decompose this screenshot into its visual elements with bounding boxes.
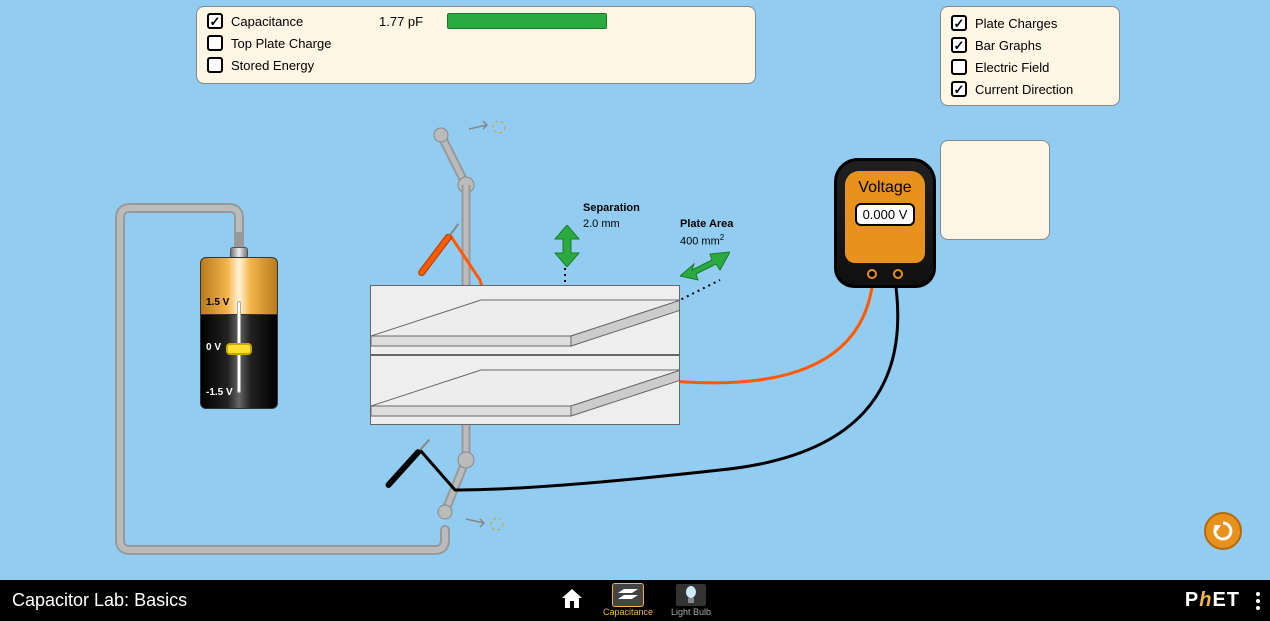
option-plate-charges: Plate Charges xyxy=(951,15,1109,31)
plate-charges-checkbox[interactable] xyxy=(951,15,967,31)
logo-p: P xyxy=(1185,589,1199,611)
screen-lightbulb[interactable]: Light Bulb xyxy=(671,584,711,617)
plate-area-value: 400 mm2 xyxy=(680,233,724,248)
bottom-plate[interactable] xyxy=(370,355,680,425)
toolbox-panel[interactable] xyxy=(940,140,1050,240)
voltmeter-reading: 0.000 V xyxy=(855,203,916,226)
voltmeter-port-red xyxy=(867,269,877,279)
electric-field-label: Electric Field xyxy=(975,60,1049,75)
screen-capacitance-label: Capacitance xyxy=(603,607,653,617)
voltmeter-face: Voltage 0.000 V xyxy=(845,171,925,263)
top-plate[interactable] xyxy=(370,285,680,355)
screen-lightbulb-label: Light Bulb xyxy=(671,607,711,617)
reset-icon xyxy=(1211,519,1235,543)
top-plate-charge-checkbox[interactable] xyxy=(207,35,223,51)
separation-value: 2.0 mm xyxy=(583,218,620,230)
voltmeter-ports xyxy=(837,269,933,279)
option-bar-graphs: Bar Graphs xyxy=(951,37,1109,53)
top-plate-charge-label: Top Plate Charge xyxy=(231,36,371,51)
separation-arrow[interactable] xyxy=(553,225,581,267)
option-electric-field: Electric Field xyxy=(951,59,1109,75)
plate-area-arrow[interactable] xyxy=(680,248,730,282)
battery-label-lo: -1.5 V xyxy=(206,387,233,398)
home-button[interactable] xyxy=(559,586,585,615)
capacitance-label: Capacitance xyxy=(231,14,371,29)
electric-field-checkbox[interactable] xyxy=(951,59,967,75)
voltmeter-label: Voltage xyxy=(858,179,911,197)
phet-menu-button[interactable] xyxy=(1256,592,1260,610)
navigation-bar: Capacitor Lab: Basics Capacitance Light … xyxy=(0,580,1270,621)
capacitance-bar xyxy=(447,13,607,29)
capacitor xyxy=(350,280,680,420)
bar-graphs-label: Bar Graphs xyxy=(975,38,1041,53)
screen-capacitance[interactable]: Capacitance xyxy=(603,584,653,617)
bar-graphs-checkbox[interactable] xyxy=(951,37,967,53)
voltmeter-port-black xyxy=(893,269,903,279)
sim-title: Capacitor Lab: Basics xyxy=(12,590,187,611)
home-icon xyxy=(559,586,585,610)
current-direction-label: Current Direction xyxy=(975,82,1073,97)
voltage-slider-handle[interactable] xyxy=(226,343,252,355)
plate-charges-label: Plate Charges xyxy=(975,16,1057,31)
meters-panel: Capacitance 1.77 pF Top Plate Charge Sto… xyxy=(196,6,756,84)
option-current-direction: Current Direction xyxy=(951,81,1109,97)
battery-label-hi: 1.5 V xyxy=(206,297,229,308)
meter-row-capacitance: Capacitance 1.77 pF xyxy=(207,13,745,29)
options-panel: Plate Charges Bar Graphs Electric Field … xyxy=(940,6,1120,106)
lightbulb-screen-icon xyxy=(676,584,706,606)
simulation-stage: Capacitance 1.77 pF Top Plate Charge Sto… xyxy=(0,0,1270,580)
plate-area-value-sup: 2 xyxy=(720,233,724,242)
logo-et: ET xyxy=(1212,589,1240,611)
battery-label-mid: 0 V xyxy=(206,342,221,353)
separation-label: Separation xyxy=(583,202,640,214)
current-direction-checkbox[interactable] xyxy=(951,81,967,97)
plate-area-label: Plate Area xyxy=(680,218,733,230)
capacitance-checkbox[interactable] xyxy=(207,13,223,29)
meter-row-energy: Stored Energy xyxy=(207,57,745,73)
capacitance-value: 1.77 pF xyxy=(379,14,439,29)
stored-energy-checkbox[interactable] xyxy=(207,57,223,73)
capacitance-screen-icon xyxy=(613,584,643,606)
reset-all-button[interactable] xyxy=(1204,512,1242,550)
logo-h: h xyxy=(1199,589,1212,611)
voltmeter[interactable]: Voltage 0.000 V xyxy=(834,158,936,288)
meter-row-charge: Top Plate Charge xyxy=(207,35,745,51)
plate-area-value-num: 400 mm xyxy=(680,236,720,248)
stored-energy-label: Stored Energy xyxy=(231,58,371,73)
phet-logo[interactable]: PhET xyxy=(1185,589,1240,612)
battery: 1.5 V 0 V -1.5 V xyxy=(200,257,278,409)
